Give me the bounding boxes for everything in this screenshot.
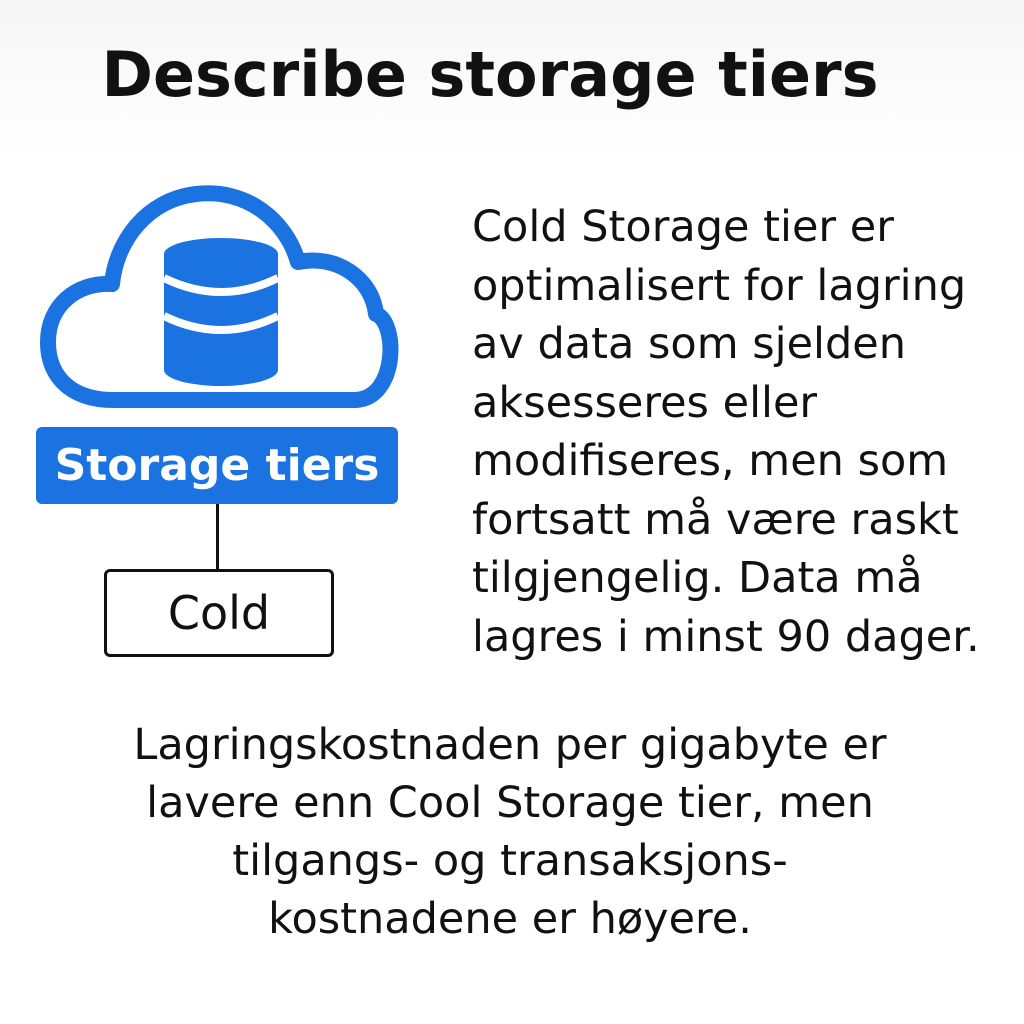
description-line: lagres i minst 90 dager. [472,611,980,662]
storage-tiers-label: Storage tiers [36,427,398,504]
footnote-line: kostnadene er høyere. [268,894,752,944]
database-icon [162,238,280,386]
page-title: Describe storage tiers [101,38,879,111]
connector-line [216,504,219,570]
description-line: tilgjengelig. Data må [472,553,923,603]
description-text: Cold Storage tier er optimalisert for la… [472,198,1002,666]
footnote-line: tilgangs- og transaksjons- [232,836,788,886]
description-line: modifiseres, men som [472,436,949,486]
description-line: optimalisert for lagring [472,260,967,311]
description-line: fortsatt må være raskt [472,494,959,545]
description-line: aksesseres eller [472,377,818,428]
cloud-database-icon [36,182,406,422]
description-line: Cold Storage tier er [472,202,894,252]
footnote-line: lavere enn Cool Storage tier, men [146,778,874,828]
slide: Describe storage tiers Storage tiers Col… [0,0,1024,1024]
footnote-line: Lagringskostnaden per gigabyte er [133,720,887,770]
description-line: av data som sjelden [472,319,907,369]
cold-tier-box: Cold [104,569,334,657]
footnote-text: Lagringskostnaden per gigabyte er lavere… [60,716,960,948]
